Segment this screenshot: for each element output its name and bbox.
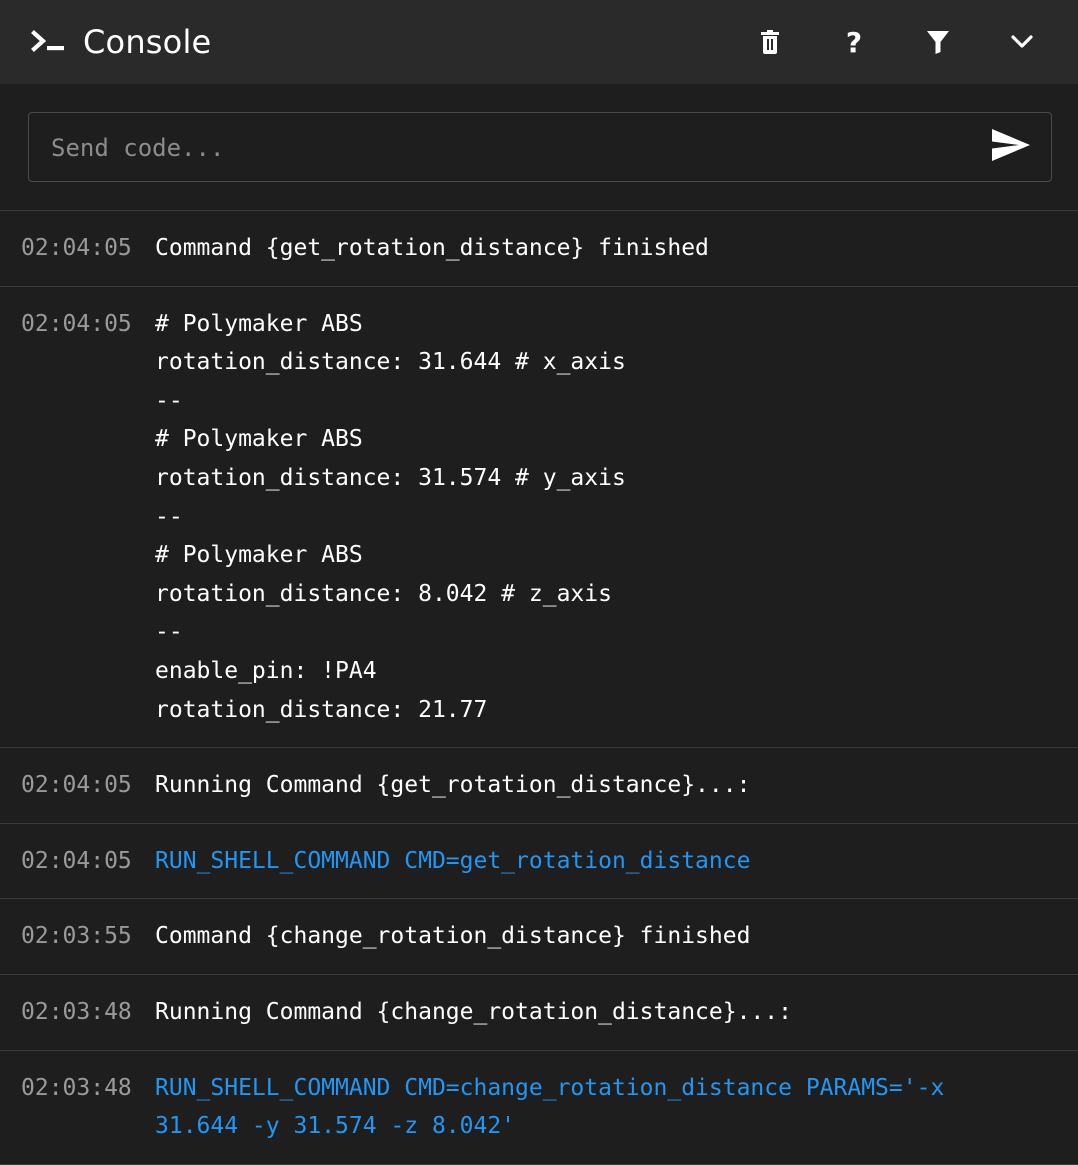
log-entry: 02:03:55 Command {change_rotation_distanc…: [0, 899, 1078, 975]
log-line: Running Command {change_rotation_distanc…: [155, 998, 792, 1025]
help-button[interactable]: ?: [812, 0, 896, 84]
send-icon: [991, 128, 1031, 166]
console-log: 02:04:05 Command {get_rotation_distance} …: [0, 211, 1078, 1165]
trash-icon: [760, 30, 780, 54]
log-line: enable_pin: !PA4: [155, 657, 377, 684]
send-code-input[interactable]: [49, 113, 973, 183]
log-line: Command {change_rotation_distance} finis…: [155, 923, 751, 950]
log-entry: 02:04:05 Running Command {get_rotation_di…: [0, 748, 1078, 824]
log-line: RUN_SHELL_COMMAND CMD=change_rotation_di…: [155, 1074, 945, 1101]
log-message: # Polymaker ABS rotation_distance: 31.644…: [155, 305, 1055, 730]
page-title: Console: [83, 23, 212, 61]
log-entry: 02:03:48 Running Command {change_rotation…: [0, 975, 1078, 1051]
console-header: Console ?: [0, 0, 1078, 84]
log-timestamp: 02:04:05: [21, 772, 132, 799]
log-message: Running Command {get_rotation_distance}.…: [155, 766, 1055, 805]
console-title-group: Console: [30, 23, 211, 61]
log-line: Running Command {get_rotation_distance}.…: [155, 772, 751, 799]
header-actions: ?: [728, 0, 1064, 84]
log-line: # Polymaker ABS: [155, 310, 363, 337]
log-line: rotation_distance: 31.574 # y_axis: [155, 464, 626, 491]
log-timestamp: 02:03:48: [21, 998, 132, 1025]
terminal-prompt-icon: [30, 28, 66, 56]
log-line: # Polymaker ABS: [155, 542, 363, 569]
clear-console-button[interactable]: [728, 0, 812, 84]
log-message: Command {get_rotation_distance} finished: [155, 229, 1055, 268]
code-input-area: [0, 84, 1078, 211]
filter-button[interactable]: [896, 0, 980, 84]
log-entry: 02:04:05 # Polymaker ABS rotation_distance…: [0, 287, 1078, 749]
collapse-button[interactable]: [980, 0, 1064, 84]
log-line: --: [155, 503, 183, 530]
log-entry: 02:04:05 Command {get_rotation_distance} …: [0, 211, 1078, 287]
log-timestamp: 02:03:48: [21, 1074, 132, 1101]
log-entry: 02:03:48 RUN_SHELL_COMMAND CMD=change_rot…: [0, 1051, 1078, 1165]
log-line: RUN_SHELL_COMMAND CMD=get_rotation_dista…: [155, 847, 751, 874]
log-line: --: [155, 619, 183, 646]
log-command-message[interactable]: RUN_SHELL_COMMAND CMD=change_rotation_di…: [155, 1069, 1055, 1146]
log-timestamp: 02:04:05: [21, 235, 132, 261]
log-command-message[interactable]: RUN_SHELL_COMMAND CMD=get_rotation_dista…: [155, 842, 1055, 881]
log-entry: 02:04:05 RUN_SHELL_COMMAND CMD=get_rotati…: [0, 824, 1078, 900]
log-line: rotation_distance: 8.042 # z_axis: [155, 580, 612, 607]
log-line: Command {get_rotation_distance} finished: [155, 235, 709, 261]
log-line: rotation_distance: 31.644 # x_axis: [155, 349, 626, 376]
code-input-box: [28, 112, 1052, 183]
log-line: rotation_distance: 21.77: [155, 696, 488, 723]
send-button[interactable]: [989, 127, 1033, 167]
log-timestamp: 02:04:05: [21, 847, 132, 874]
log-line: 31.644 -y 31.574 -z 8.042': [155, 1113, 516, 1140]
log-message: Running Command {change_rotation_distanc…: [155, 993, 1055, 1032]
filter-icon: [927, 30, 949, 54]
help-icon: ?: [845, 25, 863, 59]
chevron-down-icon: [1010, 34, 1034, 50]
log-timestamp: 02:03:55: [21, 923, 132, 950]
log-line: --: [155, 387, 183, 414]
log-line: # Polymaker ABS: [155, 426, 363, 453]
log-timestamp: 02:04:05: [21, 310, 132, 337]
log-message: Command {change_rotation_distance} finis…: [155, 917, 1055, 956]
